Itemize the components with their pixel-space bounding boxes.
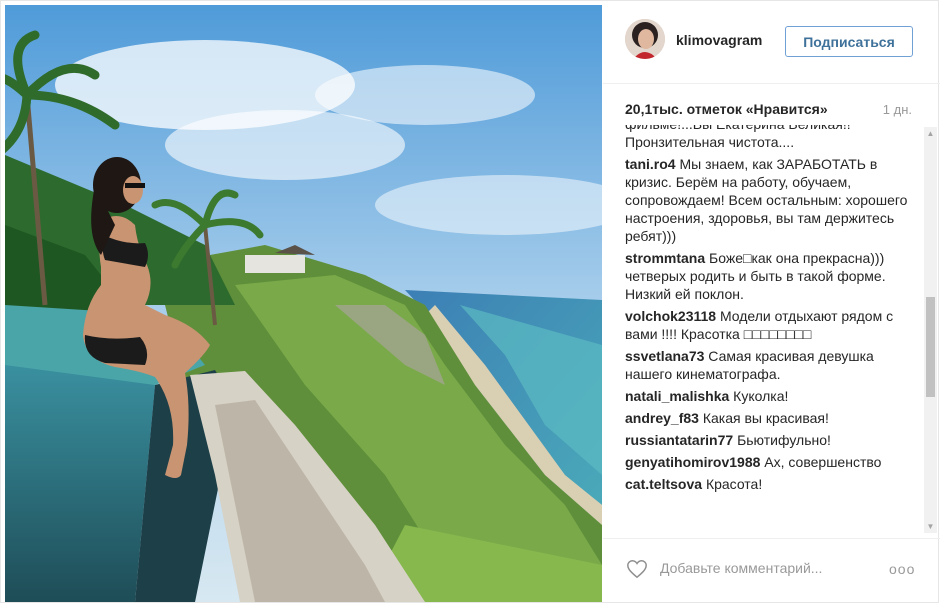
comment-user[interactable]: cat.teltsova (625, 476, 702, 492)
comment-item: strommtana Боже□как она прекрасна))) чет… (625, 249, 910, 303)
comment-item: фильме!...Вы Екатерина Великая!! Пронзит… (625, 125, 910, 151)
comment-item: andrey_f83 Какая вы красивая! (625, 409, 910, 427)
scroll-down-icon[interactable]: ▼ (924, 520, 937, 533)
add-comment-input[interactable]: Добавьте комментарий... (660, 560, 822, 576)
comment-user[interactable]: andrey_f83 (625, 410, 699, 426)
comment-user[interactable]: russiantatarin77 (625, 432, 733, 448)
comment-text: Куколка! (733, 388, 789, 404)
comment-user[interactable]: volchok23118 (625, 308, 716, 324)
comment-item: tani.ro4 Мы знаем, как ЗАРАБОТАТЬ в криз… (625, 155, 910, 245)
more-options-button[interactable]: ooo (889, 561, 915, 577)
post-photo[interactable] (5, 5, 602, 602)
comments-list: фильме!...Вы Екатерина Великая!! Пронзит… (625, 125, 910, 537)
post-header: klimovagram Подписаться (603, 1, 940, 84)
comment-text: Бьютифульно! (737, 432, 831, 448)
post-footer: Добавьте комментарий... ooo (603, 538, 940, 605)
post-sidebar: klimovagram Подписаться 20,1тыс. отметок… (603, 1, 940, 604)
comment-user[interactable]: ssvetlana73 (625, 348, 704, 364)
comment-text: фильме!...Вы Екатерина Великая!! Пронзит… (625, 125, 851, 150)
comment-item: genyatihomirov1988 Ах, совершенство (625, 453, 910, 471)
post-timestamp[interactable]: 1 дн. (883, 102, 912, 117)
comment-user[interactable]: natali_malishka (625, 388, 729, 404)
heart-icon[interactable] (626, 558, 648, 580)
scrollbar-thumb[interactable] (926, 297, 935, 397)
comment-item: ssvetlana73 Самая красивая девушка нашег… (625, 347, 910, 383)
likes-count[interactable]: 20,1тыс. отметок «Нравится» (625, 101, 828, 117)
comment-text: Какая вы красивая! (702, 410, 829, 426)
comment-item: cat.teltsova Красота! (625, 475, 910, 493)
comment-user[interactable]: tani.ro4 (625, 156, 676, 172)
comment-user[interactable]: strommtana (625, 250, 705, 266)
comment-item: volchok23118 Модели отдыхают рядом с вам… (625, 307, 910, 343)
avatar-image (625, 19, 665, 59)
post-photo-image (5, 5, 602, 602)
follow-button[interactable]: Подписаться (785, 26, 913, 57)
scroll-up-icon[interactable]: ▲ (924, 127, 937, 140)
comments-scrollbar[interactable]: ▲ ▼ (924, 127, 937, 533)
post-frame: klimovagram Подписаться 20,1тыс. отметок… (0, 0, 940, 604)
username-link[interactable]: klimovagram (676, 32, 762, 48)
avatar[interactable] (625, 19, 665, 59)
comment-user[interactable]: genyatihomirov1988 (625, 454, 760, 470)
comment-text: Ах, совершенство (764, 454, 882, 470)
comment-item: natali_malishka Куколка! (625, 387, 910, 405)
comment-text: Красота! (705, 476, 763, 492)
comment-item: russiantatarin77 Бьютифульно! (625, 431, 910, 449)
